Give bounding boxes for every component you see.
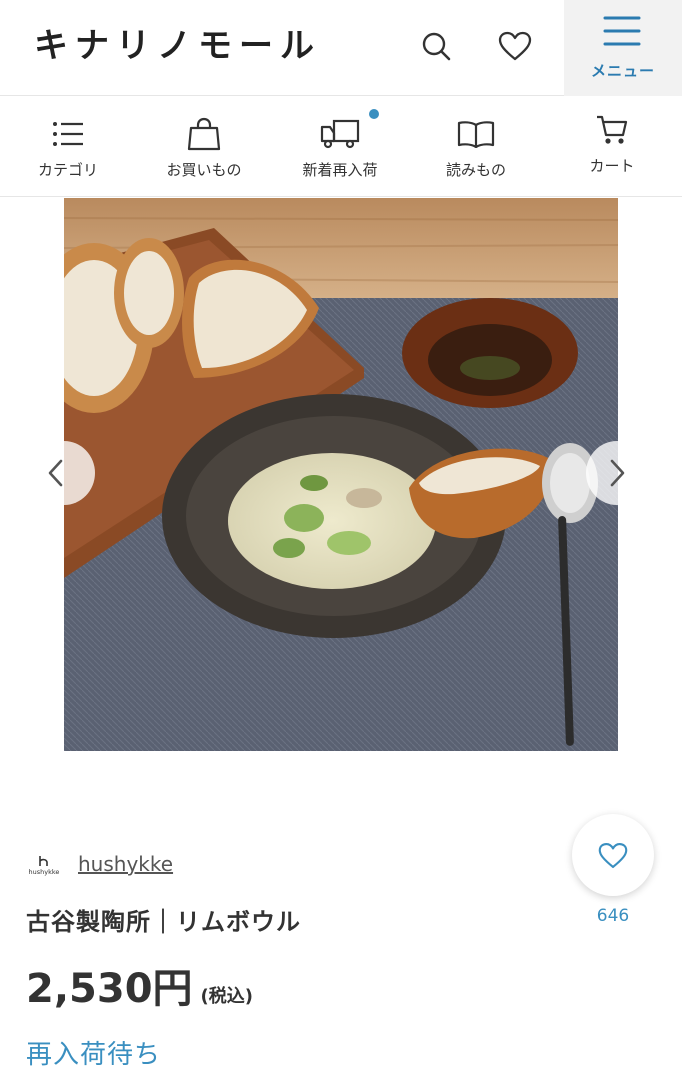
nav-label: 新着再入荷 (302, 161, 378, 179)
sub-navigation: カテゴリ お買いもの 新着再入荷 読みもの カート (0, 97, 682, 197)
brand-link[interactable]: hushykke (78, 852, 173, 876)
carousel-next-button[interactable] (586, 441, 648, 505)
product-photo (64, 198, 618, 751)
nav-item-shopping[interactable]: お買いもの (136, 97, 272, 197)
brand-logo-text: hushykke (29, 868, 60, 876)
cart-icon (597, 115, 628, 144)
nav-item-new-arrivals[interactable]: 新着再入荷 (272, 97, 408, 197)
carousel-prev-button[interactable] (33, 441, 95, 505)
site-logo[interactable]: キナリノモール (34, 24, 321, 68)
restock-status: 再入荷待ち (26, 1040, 162, 1070)
nav-item-cart[interactable]: カート (544, 97, 680, 197)
product-price: 2,530円 (税込) (26, 956, 253, 1014)
nav-label: カート (589, 157, 635, 175)
shopping-bag-icon (187, 117, 221, 151)
heart-icon (498, 31, 532, 61)
new-badge-dot (369, 109, 379, 119)
search-icon (422, 32, 451, 61)
product-title: 古谷製陶所｜リムボウル (26, 908, 301, 936)
tax-note: (税込) (200, 986, 253, 1007)
nav-item-reading[interactable]: 読みもの (408, 97, 544, 197)
chevron-left-icon (48, 459, 63, 487)
nav-label: カテゴリ (37, 161, 98, 179)
header: キナリノモール メニュー (0, 0, 682, 96)
truck-icon (320, 119, 360, 149)
price-amount: 2,530円 (26, 966, 193, 1012)
nav-label: 読みもの (445, 161, 506, 179)
favorite-count: 646 (596, 906, 630, 926)
list-icon (53, 122, 83, 146)
chevron-right-icon (610, 459, 625, 487)
nav-label: お買いもの (166, 161, 242, 179)
favorite-button[interactable] (572, 814, 654, 896)
heart-icon (598, 842, 628, 868)
book-icon (457, 121, 495, 148)
nav-item-category[interactable]: カテゴリ (0, 97, 136, 197)
menu-label: メニュー (590, 62, 655, 80)
menu-button[interactable]: メニュー (564, 0, 682, 96)
product-image[interactable] (64, 198, 618, 751)
brand-logo: hushykke (26, 852, 62, 878)
search-button[interactable] (414, 24, 458, 68)
favorites-button[interactable] (493, 24, 537, 68)
hamburger-icon (603, 16, 641, 46)
